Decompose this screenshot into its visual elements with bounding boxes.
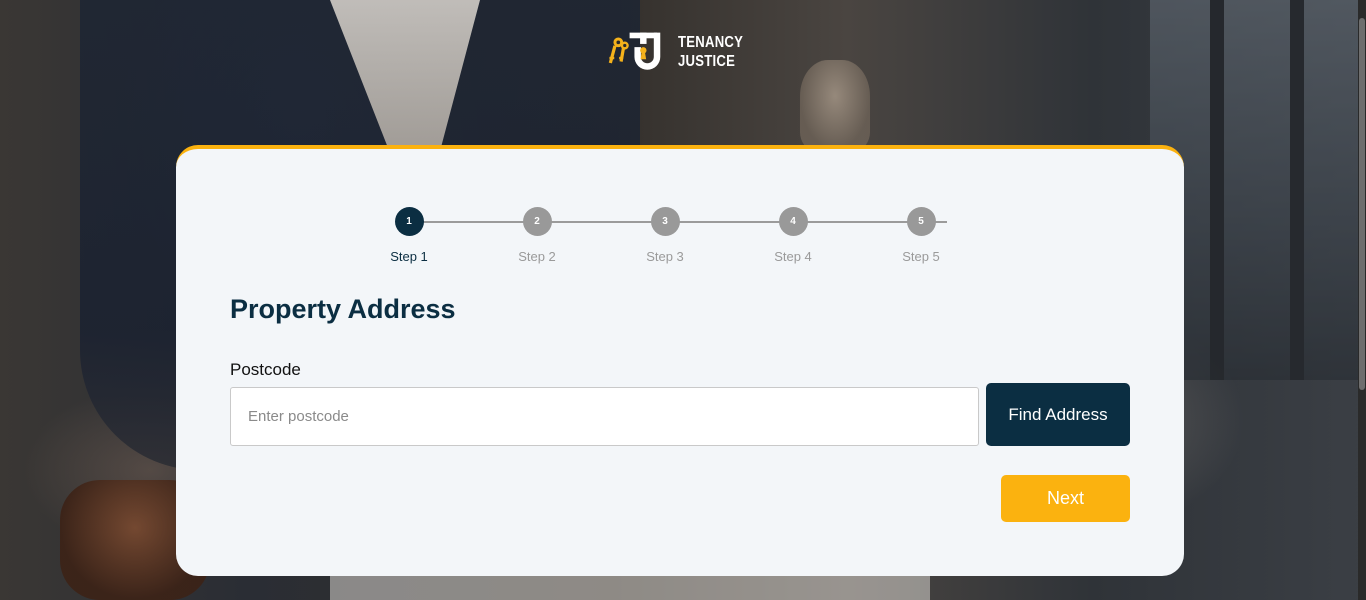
step-2-number: 2 [522,207,552,236]
brand-name-line2: JUSTICE [677,53,735,70]
step-1[interactable]: 1 Step 1 [379,207,439,264]
brand-name: TENANCY JUSTICE [678,33,743,71]
step-5-label: Step 5 [902,249,940,264]
step-5-number: 5 [906,207,936,236]
form-card: 1 Step 1 2 Step 2 3 Step 3 4 Step 4 5 St… [176,145,1184,576]
step-4-label: Step 4 [774,249,812,264]
postcode-label: Postcode [230,360,301,379]
brand-name-line1: TENANCY [677,34,743,51]
scrollbar-thumb[interactable] [1359,18,1365,390]
find-address-button[interactable]: Find Address [986,383,1130,446]
step-5[interactable]: 5 Step 5 [891,207,951,264]
step-1-number: 1 [394,207,424,236]
postcode-input[interactable] [230,387,979,446]
step-4-number: 4 [778,207,808,236]
progress-stepper: 1 Step 1 2 Step 2 3 Step 3 4 Step 4 5 St… [390,207,947,267]
keys-lock-logo-icon [608,32,661,70]
page-scrollbar[interactable] [1358,0,1366,600]
step-3-label: Step 3 [646,249,684,264]
brand-logo[interactable]: TENANCY JUSTICE [607,24,757,80]
step-3-number: 3 [650,207,680,236]
page-title: Property Address [230,294,456,324]
step-4[interactable]: 4 Step 4 [763,207,823,264]
background-statue [800,60,870,150]
step-2-label: Step 2 [518,249,556,264]
step-3[interactable]: 3 Step 3 [635,207,695,264]
step-2[interactable]: 2 Step 2 [507,207,567,264]
step-1-label: Step 1 [390,249,428,264]
next-button[interactable]: Next [1001,475,1130,522]
